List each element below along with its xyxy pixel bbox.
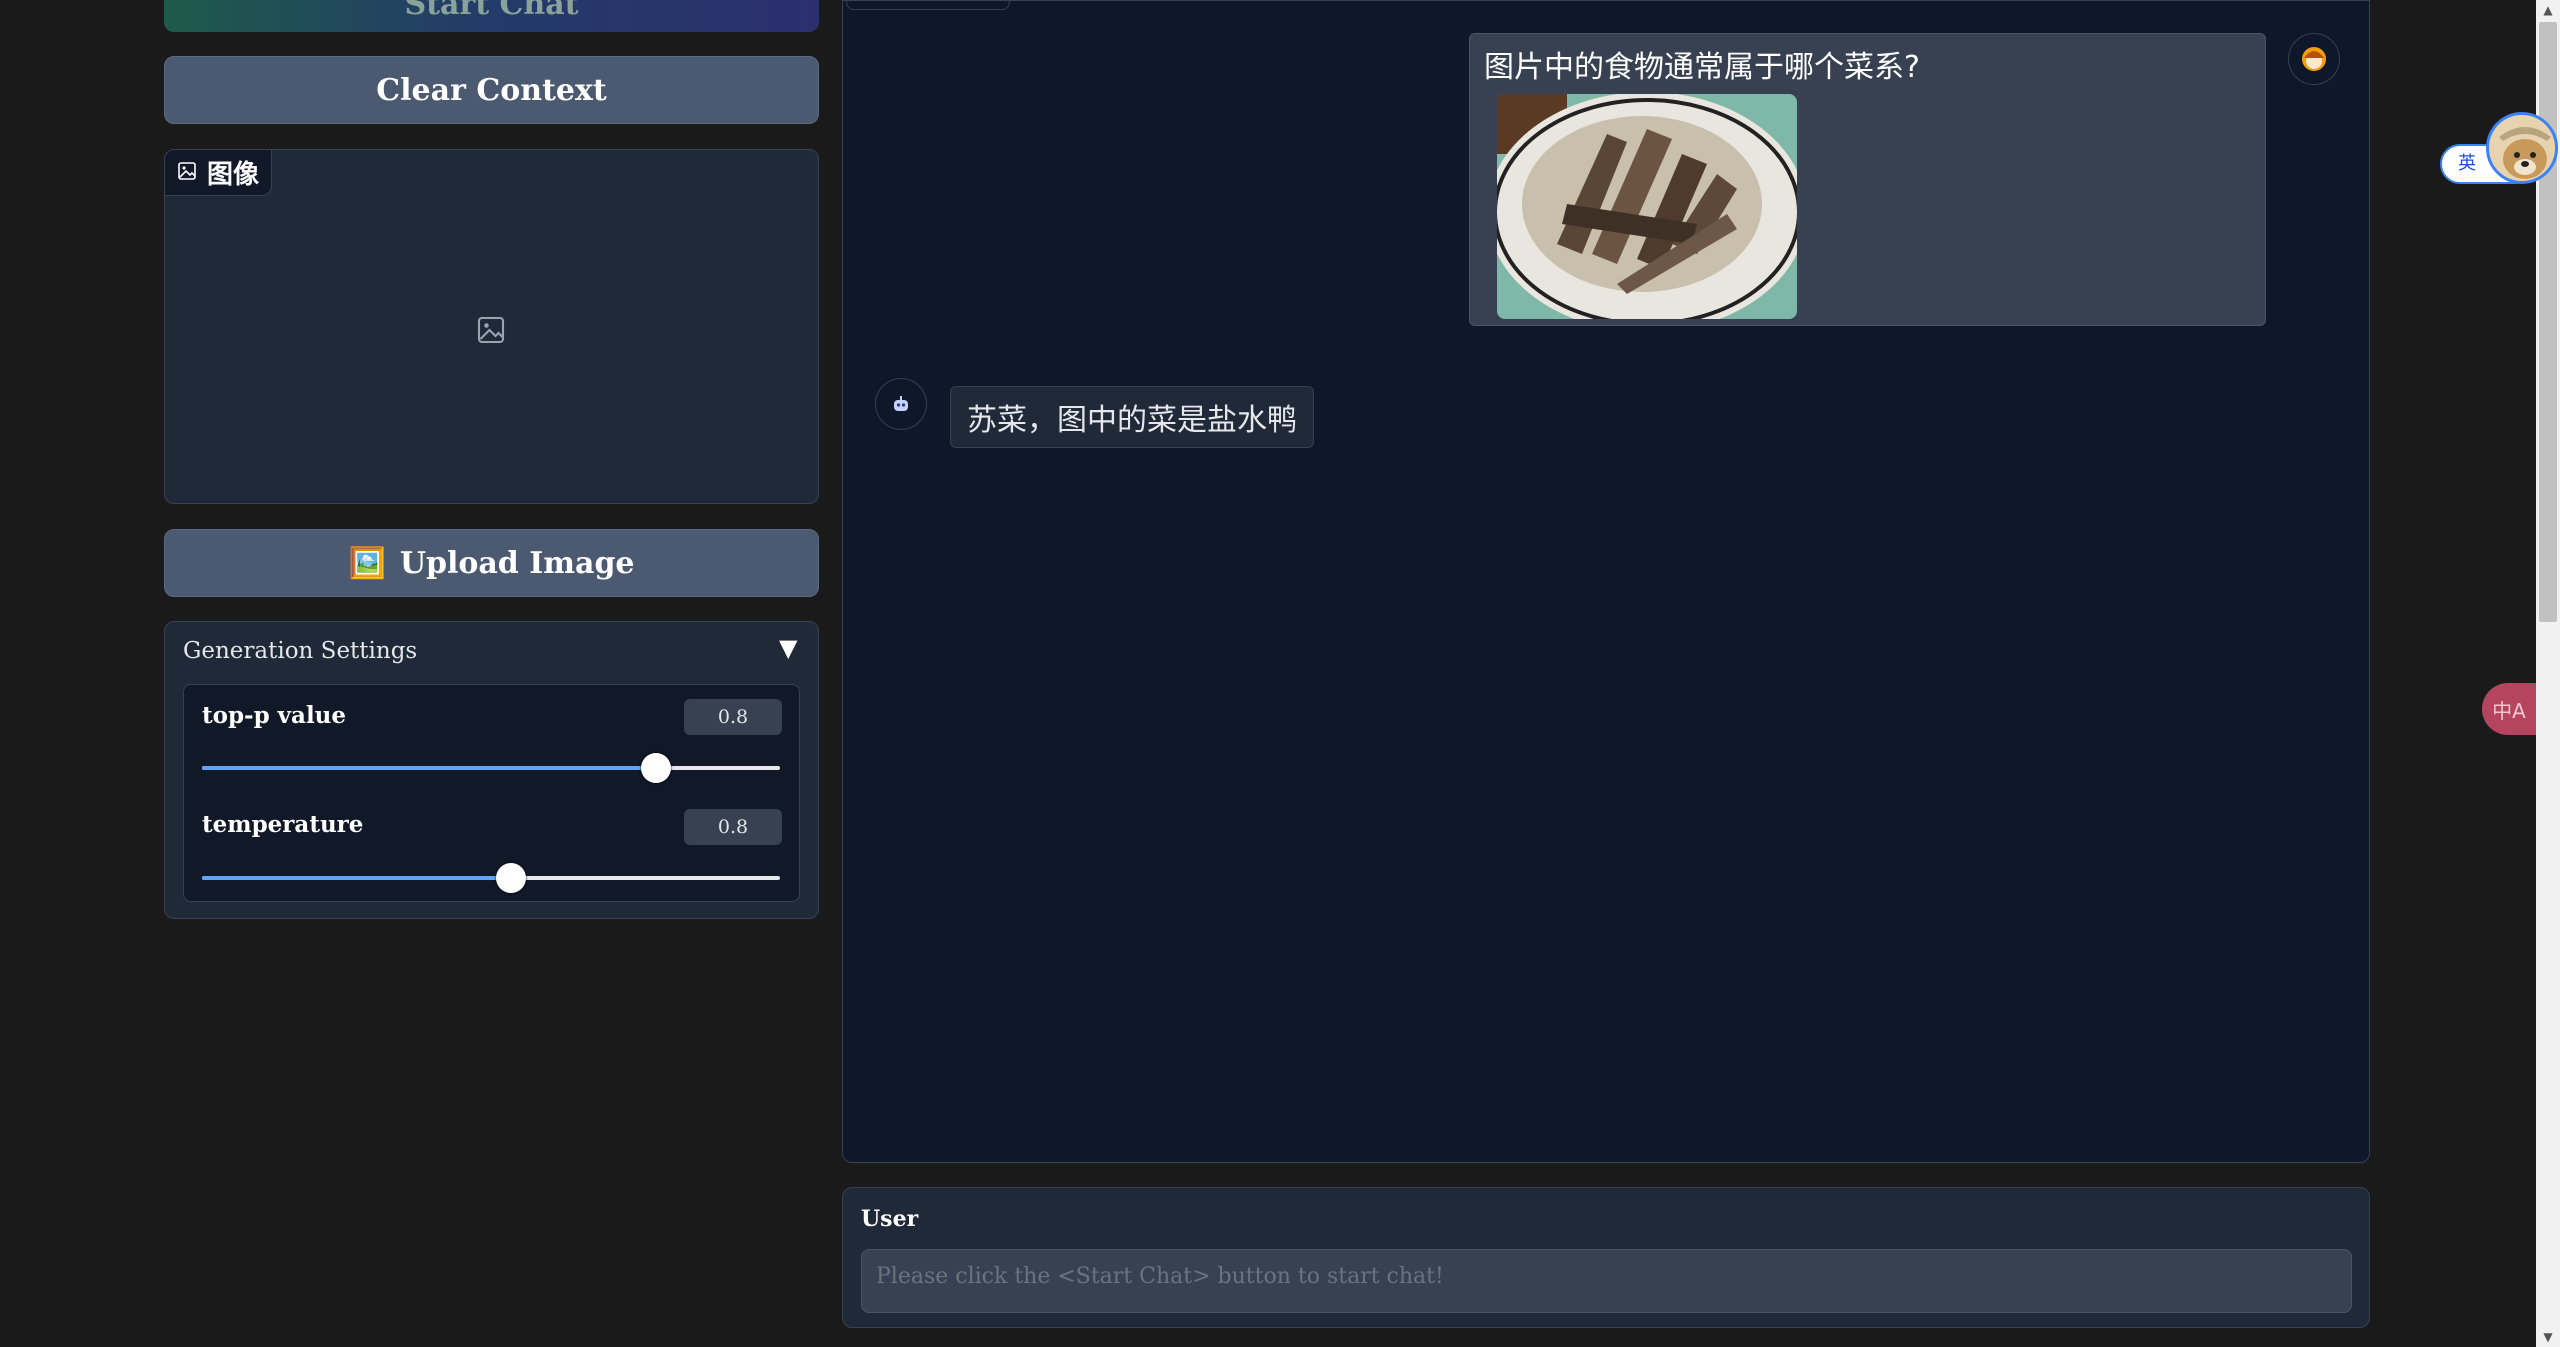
chat-top-tab [846,0,1010,10]
dog-avatar-icon[interactable] [2486,112,2558,184]
clear-context-label: Clear Context [376,72,607,108]
user-avatar-icon [2302,47,2326,71]
start-chat-label: Start Chat [404,0,579,22]
picture-icon: 🖼️ [348,545,386,581]
top-p-label: top-p value [202,702,347,729]
clear-context-button[interactable]: Clear Context [164,56,819,124]
food-photo[interactable] [1497,94,1797,319]
user-message: 图片中的食物通常属于哪个菜系? [1469,33,2266,326]
generation-settings-panel: Generation Settings ▼ top-p value temper… [164,621,819,919]
user-input-textarea[interactable] [861,1249,2352,1313]
upload-image-label: Upload Image [399,545,635,581]
scrollbar-thumb[interactable] [2539,22,2557,622]
upload-image-button[interactable]: 🖼️ Upload Image [164,529,819,597]
user-message-text: 图片中的食物通常属于哪个菜系? [1484,50,1920,85]
image-placeholder-icon [476,315,506,349]
top-p-slider-fill [202,766,656,770]
image-upload-panel[interactable]: 图像 [164,149,819,504]
bot-message-text: 苏菜，图中的菜是盐水鸭 [967,403,1297,438]
start-chat-button[interactable]: Start Chat [164,0,819,32]
image-panel-label: 图像 [207,160,260,190]
sliders-container: top-p value temperature [183,684,800,902]
top-p-slider[interactable] [202,753,780,783]
scroll-up-icon[interactable]: ▲ [2536,0,2560,20]
user-input-panel: User [842,1187,2370,1328]
image-icon [177,158,197,188]
translate-icon: 中A [2492,698,2526,723]
image-panel-header: 图像 [165,150,273,196]
bot-message: 苏菜，图中的菜是盐水鸭 [950,386,1314,448]
temperature-slider-fill [202,876,512,880]
temperature-slider-thumb[interactable] [496,863,527,893]
collapse-toggle-icon[interactable]: ▼ [779,634,797,662]
temperature-number-input[interactable] [684,809,782,845]
temperature-label: temperature [202,811,364,838]
user-input-label: User [861,1206,919,1232]
top-p-number-input[interactable] [684,699,782,735]
user-avatar [2288,33,2340,85]
language-badge-label: 英 [2458,153,2476,174]
top-p-slider-thumb[interactable] [640,753,671,783]
bot-avatar [875,378,927,430]
translate-button[interactable]: 中A [2482,683,2536,735]
generation-settings-title: Generation Settings [183,638,418,664]
robot-icon [894,396,908,411]
temperature-slider[interactable] [202,863,780,893]
scroll-down-icon[interactable]: ▼ [2536,1327,2560,1347]
